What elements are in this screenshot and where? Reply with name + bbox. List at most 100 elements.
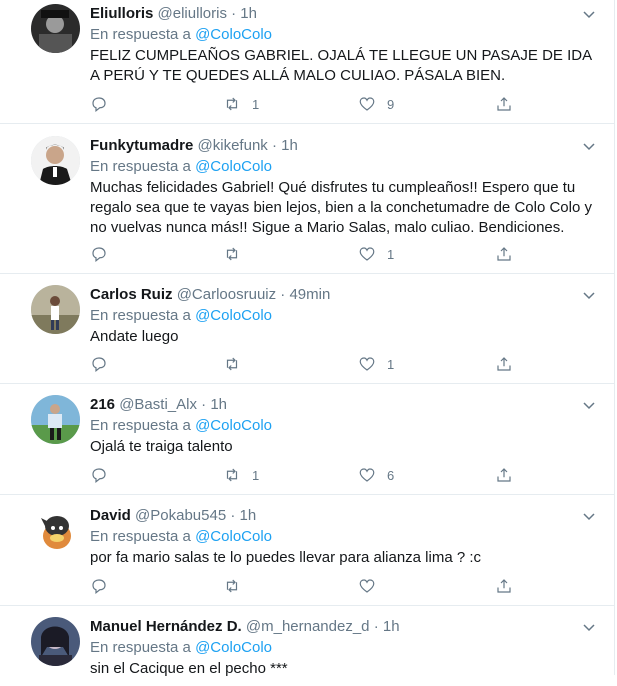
- reply-icon: [92, 579, 106, 594]
- reply-context: En respuesta a @ColoColo: [90, 416, 594, 436]
- heart-icon: [359, 357, 375, 371]
- retweet-icon: [226, 579, 238, 593]
- reply-context: En respuesta a @ColoColo: [90, 25, 594, 45]
- display-name[interactable]: Funkytumadre: [90, 137, 193, 154]
- reply-prefix: En respuesta a: [90, 417, 191, 434]
- user-handle[interactable]: @Basti_Alx: [119, 396, 197, 413]
- like-count: 6: [387, 467, 395, 483]
- display-name[interactable]: David: [90, 507, 131, 524]
- separator: ·: [231, 5, 237, 22]
- mention-link[interactable]: @ColoColo: [195, 158, 272, 175]
- retweet-icon: [226, 97, 238, 111]
- reply-button[interactable]: [90, 354, 119, 374]
- reply-button[interactable]: [90, 465, 119, 485]
- tweet-actions: [90, 576, 530, 596]
- share-button[interactable]: [495, 244, 513, 264]
- display-name[interactable]: 216: [90, 396, 115, 413]
- user-handle[interactable]: @eliulloris: [158, 5, 227, 22]
- retweet-button[interactable]: [223, 244, 252, 264]
- chevron-down-icon[interactable]: [581, 508, 597, 524]
- tweet-header: Funkytumadre @kikefunk · 1h: [90, 136, 594, 156]
- user-handle[interactable]: @Pokabu545: [135, 507, 226, 524]
- tweet[interactable]: Carlos Ruiz @Carloosruuiz · 49min En res…: [0, 274, 614, 384]
- reply-prefix: En respuesta a: [90, 158, 191, 175]
- tweet-header: Carlos Ruiz @Carloosruuiz · 49min: [90, 285, 594, 305]
- share-button[interactable]: [495, 465, 513, 485]
- avatar[interactable]: [31, 285, 80, 334]
- reply-button[interactable]: [90, 576, 119, 596]
- tweet[interactable]: 216 @Basti_Alx · 1h En respuesta a @Colo…: [0, 384, 614, 495]
- user-handle[interactable]: @m_hernandez_d: [246, 618, 370, 635]
- tweet[interactable]: Manuel Hernández D. @m_hernandez_d · 1h …: [0, 606, 614, 686]
- reply-prefix: En respuesta a: [90, 639, 191, 656]
- heart-icon: [359, 579, 375, 593]
- tweet-text: por fa mario salas te lo puedes llevar p…: [90, 549, 482, 566]
- separator: ·: [201, 396, 207, 413]
- user-handle[interactable]: @kikefunk: [198, 137, 268, 154]
- tweet-actions: 1: [90, 244, 530, 264]
- retweet-button[interactable]: [223, 576, 252, 596]
- reply-button[interactable]: [90, 94, 119, 114]
- like-button[interactable]: 1: [358, 354, 394, 374]
- mention-link[interactable]: @ColoColo: [195, 528, 272, 545]
- share-button[interactable]: [495, 94, 513, 114]
- chevron-down-icon[interactable]: [581, 6, 597, 22]
- reply-button[interactable]: [90, 244, 119, 264]
- timestamp[interactable]: 1h: [240, 5, 257, 22]
- share-button[interactable]: [495, 576, 513, 596]
- reply-context: En respuesta a @ColoColo: [90, 638, 594, 658]
- share-button[interactable]: [495, 354, 513, 374]
- timestamp[interactable]: 1h: [281, 137, 298, 154]
- chevron-down-icon[interactable]: [581, 287, 597, 303]
- separator: ·: [280, 286, 286, 303]
- tweet-text: sin el Cacique en el pecho ***: [90, 660, 288, 677]
- like-button[interactable]: 1: [358, 244, 394, 264]
- tweet-actions: 1: [90, 354, 530, 374]
- tweet-text: Muchas felicidades Gabriel! Qué disfrute…: [90, 179, 592, 236]
- avatar[interactable]: [31, 617, 80, 666]
- retweet-button[interactable]: 1: [223, 465, 259, 485]
- tweet-actions: 1 6: [90, 465, 530, 485]
- tweet[interactable]: Funkytumadre @kikefunk · 1h En respuesta…: [0, 124, 614, 274]
- avatar[interactable]: [31, 4, 80, 53]
- mention-link[interactable]: @ColoColo: [195, 639, 272, 656]
- display-name[interactable]: Carlos Ruiz: [90, 286, 173, 303]
- reply-icon: [92, 97, 106, 112]
- reply-icon: [92, 357, 106, 372]
- user-handle[interactable]: @Carloosruuiz: [177, 286, 276, 303]
- like-button[interactable]: 6: [358, 465, 394, 485]
- like-button[interactable]: 9: [358, 94, 394, 114]
- timestamp[interactable]: 1h: [210, 396, 227, 413]
- timestamp[interactable]: 49min: [289, 286, 330, 303]
- tweet-text: FELIZ CUMPLEAÑOS GABRIEL. OJALÁ TE LLEGU…: [90, 47, 592, 84]
- avatar[interactable]: [31, 506, 80, 555]
- like-count: 9: [387, 96, 395, 112]
- like-count: 1: [387, 356, 395, 372]
- chevron-down-icon[interactable]: [581, 397, 597, 413]
- tweet[interactable]: Eliulloris @eliulloris · 1h En respuesta…: [0, 0, 614, 124]
- display-name[interactable]: Manuel Hernández D.: [90, 618, 242, 635]
- mention-link[interactable]: @ColoColo: [195, 307, 272, 324]
- chevron-down-icon[interactable]: [581, 619, 597, 635]
- reply-prefix: En respuesta a: [90, 26, 191, 43]
- mention-link[interactable]: @ColoColo: [195, 417, 272, 434]
- reply-feed: Eliulloris @eliulloris · 1h En respuesta…: [0, 0, 615, 677]
- share-icon: [497, 247, 511, 261]
- mention-link[interactable]: @ColoColo: [195, 26, 272, 43]
- timestamp[interactable]: 1h: [240, 507, 257, 524]
- reply-context: En respuesta a @ColoColo: [90, 157, 594, 177]
- retweet-button[interactable]: [223, 354, 252, 374]
- reply-context: En respuesta a @ColoColo: [90, 306, 594, 326]
- like-button[interactable]: [358, 576, 387, 596]
- avatar[interactable]: [31, 395, 80, 444]
- reply-icon: [92, 247, 106, 262]
- chevron-down-icon[interactable]: [581, 138, 597, 154]
- like-count: 1: [387, 246, 395, 262]
- display-name[interactable]: Eliulloris: [90, 5, 153, 22]
- tweet[interactable]: David @Pokabu545 · 1h En respuesta a @Co…: [0, 495, 614, 606]
- avatar[interactable]: [31, 136, 80, 185]
- tweet-header: Eliulloris @eliulloris · 1h: [90, 4, 594, 24]
- retweet-button[interactable]: 1: [223, 94, 259, 114]
- timestamp[interactable]: 1h: [383, 618, 400, 635]
- retweet-count: 1: [252, 96, 260, 112]
